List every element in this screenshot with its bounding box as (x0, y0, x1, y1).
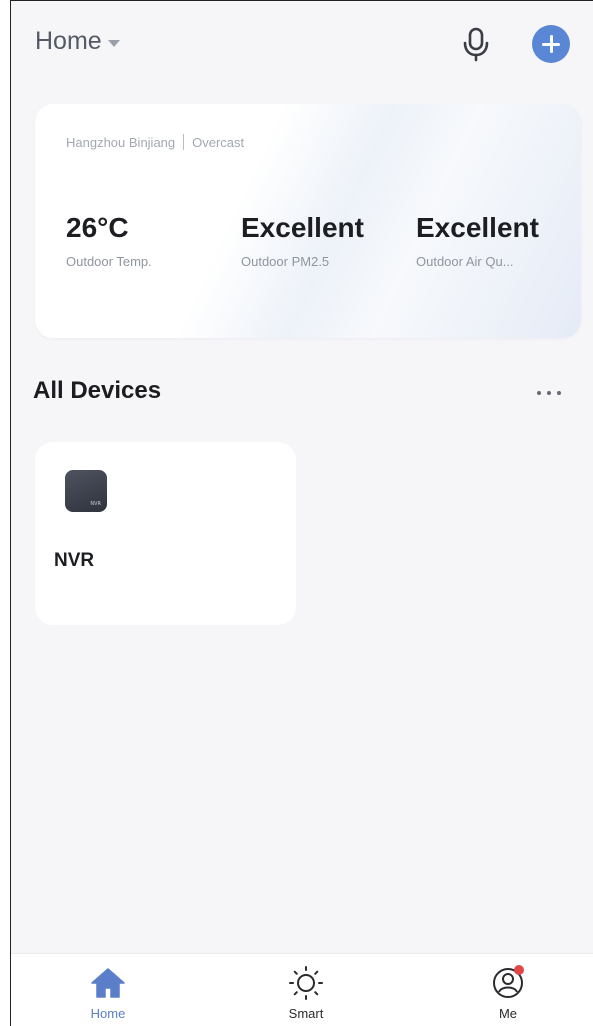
nav-label: Smart (288, 1006, 324, 1021)
nav-item-smart[interactable]: Smart (261, 964, 351, 1021)
weather-condition: Overcast (192, 134, 245, 150)
home-selector-label: Home (35, 27, 102, 55)
nav-label: Me (498, 1006, 518, 1021)
stat-value: Excellent (416, 212, 539, 243)
bottom-nav: Home Smart Me (11, 953, 593, 1026)
section-title: All Devices (33, 377, 162, 404)
dot (557, 391, 561, 395)
home-selector[interactable]: Home (35, 27, 120, 56)
add-device-button[interactable] (532, 25, 570, 63)
microphone-icon (463, 27, 489, 62)
stat-outdoor-temp: 26°C Outdoor Temp. (66, 212, 152, 269)
stat-value: Excellent (241, 212, 364, 243)
stat-caption: Outdoor Temp. (66, 254, 152, 269)
weather-location-line: Hangzhou Binjiang Overcast (66, 134, 244, 150)
stat-outdoor-pm25: Excellent Outdoor PM2.5 (241, 212, 364, 269)
device-name: NVR (54, 550, 95, 571)
divider (183, 134, 185, 150)
dot (537, 391, 541, 395)
nvr-device-icon: NVR (65, 470, 107, 512)
microphone-button[interactable] (459, 25, 493, 63)
notification-badge (514, 965, 524, 975)
nav-item-home[interactable]: Home (63, 964, 153, 1021)
caret-down-icon (107, 39, 120, 47)
stat-outdoor-air-quality: Excellent Outdoor Air Qu... (416, 212, 539, 269)
app-screen: Home Hangzhou Binjiang Overcast 26°C Out… (10, 0, 593, 1026)
device-icon-label: NVR (90, 501, 101, 507)
weather-card[interactable]: Hangzhou Binjiang Overcast 26°C Outdoor … (35, 104, 581, 338)
stat-caption: Outdoor Air Qu... (416, 254, 514, 269)
weather-location: Hangzhou Binjiang (66, 134, 176, 150)
home-icon (91, 968, 125, 998)
nav-label: Home (90, 1006, 126, 1021)
stat-caption: Outdoor PM2.5 (241, 254, 330, 269)
profile-icon (493, 965, 524, 998)
nav-item-me[interactable]: Me (463, 964, 553, 1021)
stat-value: 26°C (66, 212, 129, 243)
dot (547, 391, 551, 395)
device-card-nvr[interactable]: NVR NVR (35, 442, 296, 625)
more-options-button[interactable] (537, 387, 573, 399)
sun-icon (289, 966, 323, 1000)
